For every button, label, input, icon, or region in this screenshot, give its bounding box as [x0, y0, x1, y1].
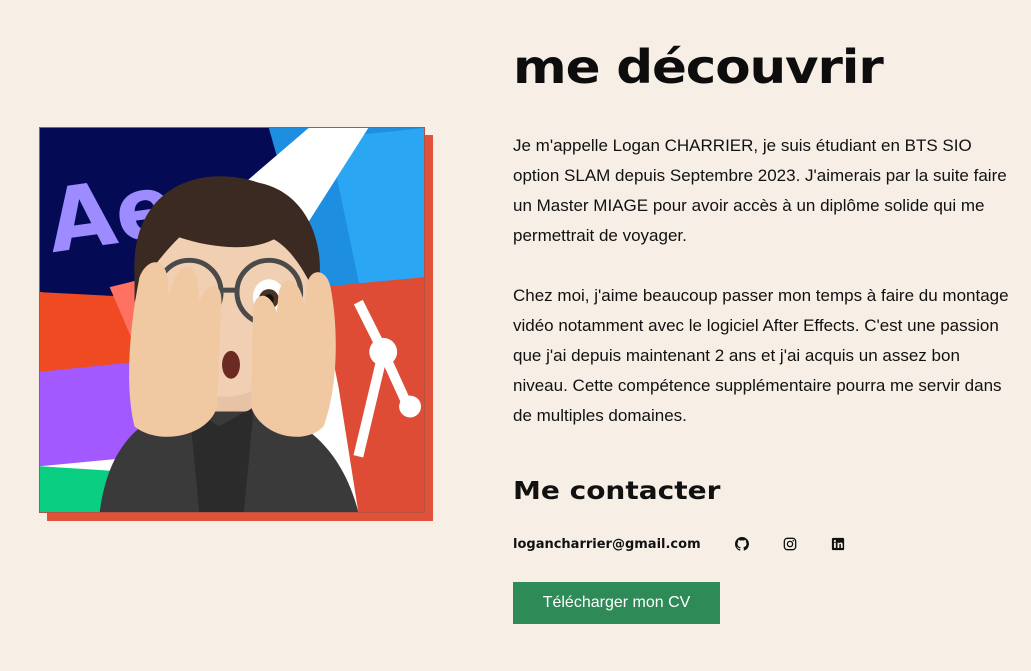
email-link[interactable]: logancharrier@gmail.com — [513, 537, 701, 552]
bio-paragraph: Chez moi, j'aime beaucoup passer mon tem… — [513, 286, 1009, 425]
download-cv-button[interactable]: Télécharger mon CV — [513, 582, 720, 624]
contact-title: Me contacter — [513, 476, 721, 505]
github-link[interactable] — [734, 537, 749, 551]
page-title: me découvrir — [513, 40, 884, 94]
instagram-link[interactable] — [783, 537, 797, 551]
linkedin-link[interactable] — [831, 537, 845, 551]
bio: Je m'appelle Logan CHARRIER, je suis étu… — [513, 131, 1013, 431]
contact-row: logancharrier@gmail.com — [513, 533, 845, 555]
portrait-frame: Ae — [39, 127, 433, 521]
portrait-image: Ae — [39, 127, 425, 513]
instagram-icon — [783, 537, 796, 551]
about-section: Ae me découvrir Je m'appelle Logan CHARR… — [0, 0, 1031, 671]
linkedin-icon — [831, 537, 844, 551]
github-icon — [734, 537, 749, 551]
bio-paragraph: Je m'appelle Logan CHARRIER, je suis étu… — [513, 136, 1007, 245]
